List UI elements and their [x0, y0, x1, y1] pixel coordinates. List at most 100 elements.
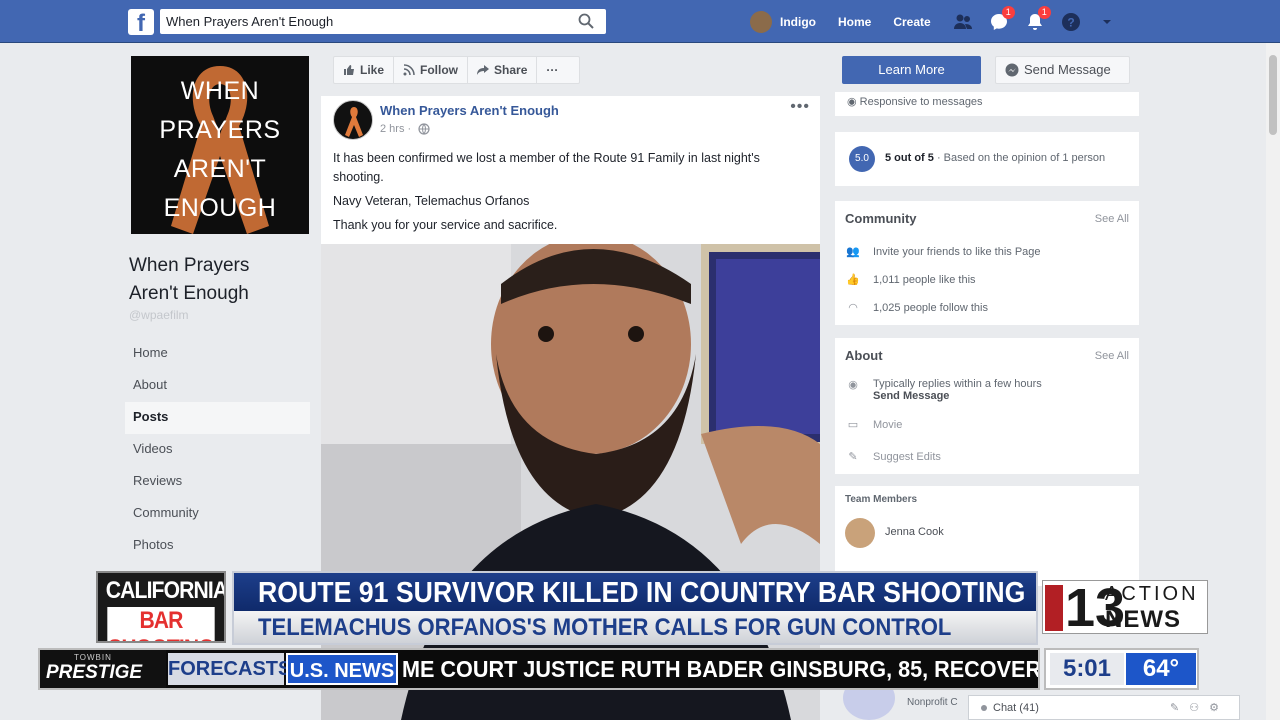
reply-time-row: ◉ Typically replies within a few hours Se…: [845, 378, 1042, 402]
station-news: NEWS: [1105, 606, 1181, 633]
reply-time-text: Typically replies within a few hours: [873, 378, 1042, 390]
cover-line-2: PRAYERS: [159, 116, 281, 144]
search-input[interactable]: [160, 9, 560, 34]
story-tag-line-1: CALIFORNIA: [105, 577, 226, 604]
ticker-sponsor: TOWBIN PRESTIGE: [40, 650, 166, 688]
pencil-icon: ✎: [848, 451, 858, 463]
cover-text: WHEN PRAYERS AREN'T ENOUGH: [131, 72, 309, 228]
about-send-message[interactable]: Send Message: [873, 390, 949, 402]
follows-text: 1,025 people follow this: [873, 301, 988, 314]
rating-score: 5 out of 5: [885, 152, 934, 164]
time-temp-box: 5:01 64°: [1044, 648, 1199, 690]
like-label: Like: [360, 63, 385, 77]
chevron-down-icon[interactable]: [1097, 12, 1117, 32]
community-see-all[interactable]: See All: [1095, 213, 1129, 225]
time-display: 5:01: [1050, 653, 1124, 685]
invite-text: Invite your friends to like this Page: [873, 245, 1041, 258]
chat-bubble-icon: ◉: [847, 96, 860, 108]
post-text: It has been confirmed we lost a member o…: [333, 149, 793, 240]
news-lower-third: CALIFORNIA BAR SHOOTING ROUTE 91 SURVIVO…: [96, 571, 1040, 646]
post-avatar[interactable]: [333, 100, 373, 140]
rating-card[interactable]: 5.0 5 out of 5 · Based on the opinion of…: [835, 132, 1139, 186]
page-profile-picture[interactable]: WHEN PRAYERS AREN'T ENOUGH: [131, 56, 309, 234]
post-line-1: It has been confirmed we lost a member o…: [333, 151, 760, 184]
nav-item-home[interactable]: Home: [125, 338, 310, 370]
share-label: Share: [494, 63, 528, 77]
chat-bar[interactable]: Chat (41) ✎⚇⚙: [968, 695, 1240, 720]
nav-item-videos[interactable]: Videos: [125, 434, 310, 466]
about-card: About See All ◉ Typically replies within…: [835, 338, 1139, 474]
facebook-logo[interactable]: f: [128, 9, 154, 37]
team-member-name[interactable]: Jenna Cook: [885, 526, 944, 538]
notifications-badge: 1: [1037, 6, 1051, 19]
friends-icon[interactable]: [953, 12, 973, 32]
chat-tools[interactable]: ✎⚇⚙: [1170, 696, 1229, 720]
nav-user[interactable]: Indigo: [780, 15, 816, 29]
nav-home[interactable]: Home: [838, 15, 871, 29]
gear-icon[interactable]: ⚙: [1209, 702, 1229, 714]
subheadline-text: TELEMACHUS ORFANOS'S MOTHER CALLS FOR GU…: [258, 614, 952, 641]
top-navigation-bar: f Indigo Home Create 1 1 ?: [0, 0, 1280, 43]
nav-item-posts[interactable]: Posts: [125, 402, 310, 434]
nav-item-reviews[interactable]: Reviews: [125, 466, 310, 498]
suggest-text: Suggest Edits: [873, 450, 941, 463]
suggest-edits-row[interactable]: ✎ Suggest Edits: [845, 450, 941, 464]
community-card: Community See All 👥 Invite your friends t…: [835, 201, 1139, 325]
help-icon[interactable]: ?: [1061, 12, 1081, 32]
globe-icon: [418, 123, 430, 135]
about-title: About: [845, 348, 883, 363]
nonprofit-label[interactable]: Nonprofit C: [907, 697, 958, 708]
rating-basis: · Based on the opinion of 1 person: [933, 152, 1106, 164]
headline-text: ROUTE 91 SURVIVOR KILLED IN COUNTRY BAR …: [258, 577, 1026, 609]
page-left-nav: Home About Posts Videos Reviews Communit…: [125, 338, 310, 562]
cover-line-1: WHEN: [180, 77, 260, 105]
thumbs-up-icon: [344, 65, 354, 75]
messenger-icon: [1005, 63, 1019, 77]
search-icon[interactable]: [578, 13, 594, 29]
page-scrollbar[interactable]: [1266, 43, 1280, 720]
thumbs-up-icon: 👍: [846, 274, 860, 286]
notifications-icon[interactable]: 1: [1025, 6, 1051, 32]
nav-right: Indigo Home Create 1 1 ?: [750, 6, 1133, 35]
follow-button[interactable]: Follow: [394, 57, 469, 83]
story-tag-line-2: BAR SHOOTING: [107, 607, 215, 641]
sponsor-small: TOWBIN: [74, 653, 112, 662]
page-title[interactable]: When Prayers Aren't Enough: [129, 252, 299, 308]
share-button[interactable]: Share: [468, 57, 538, 83]
learn-more-button[interactable]: Learn More: [842, 56, 981, 84]
cover-line-4: ENOUGH: [163, 194, 277, 222]
group-icon[interactable]: ⚇: [1189, 702, 1209, 714]
station-logo: 13 ACTION NEWS: [1042, 579, 1208, 637]
post-line-2: Navy Veteran, Telemachus Orfanos: [333, 194, 530, 208]
nav-create[interactable]: Create: [893, 15, 930, 29]
post-author[interactable]: When Prayers Aren't Enough: [380, 103, 559, 118]
likes-text: 1,011 people like this: [873, 273, 976, 286]
search-bar[interactable]: [160, 9, 606, 34]
page-handle[interactable]: @wpaefilm: [129, 308, 189, 322]
follow-label: Follow: [420, 63, 459, 77]
headline-bar: ROUTE 91 SURVIVOR KILLED IN COUNTRY BAR …: [232, 571, 1038, 611]
film-icon: ▭: [847, 419, 859, 431]
more-button[interactable]: ···: [537, 57, 567, 83]
like-button[interactable]: Like: [334, 57, 395, 83]
status-dot-icon: [981, 705, 987, 711]
rss-icon: [403, 64, 415, 76]
scroll-thumb[interactable]: [1269, 55, 1277, 135]
team-member-avatar[interactable]: [845, 518, 875, 548]
nav-item-community[interactable]: Community: [125, 498, 310, 530]
messenger-icon[interactable]: 1: [989, 6, 1015, 32]
people-icon: 👥: [846, 246, 860, 258]
sponsor-name: PRESTIGE: [46, 662, 143, 683]
nav-item-photos[interactable]: Photos: [125, 530, 310, 562]
responsive-text: Responsive to messages: [859, 96, 983, 108]
post-options-icon[interactable]: •••: [790, 98, 810, 116]
send-message-button[interactable]: Send Message: [995, 56, 1130, 84]
compose-icon[interactable]: ✎: [1170, 702, 1189, 714]
invite-friends-row[interactable]: 👥 Invite your friends to like this Page: [845, 245, 1041, 259]
user-avatar[interactable]: [750, 11, 772, 33]
category-text[interactable]: Movie: [873, 419, 902, 431]
nav-item-about[interactable]: About: [125, 370, 310, 402]
post-timestamp[interactable]: 2 hrs ·: [380, 123, 411, 135]
abc-logo-icon: [1045, 585, 1063, 631]
about-see-all[interactable]: See All: [1095, 350, 1129, 362]
